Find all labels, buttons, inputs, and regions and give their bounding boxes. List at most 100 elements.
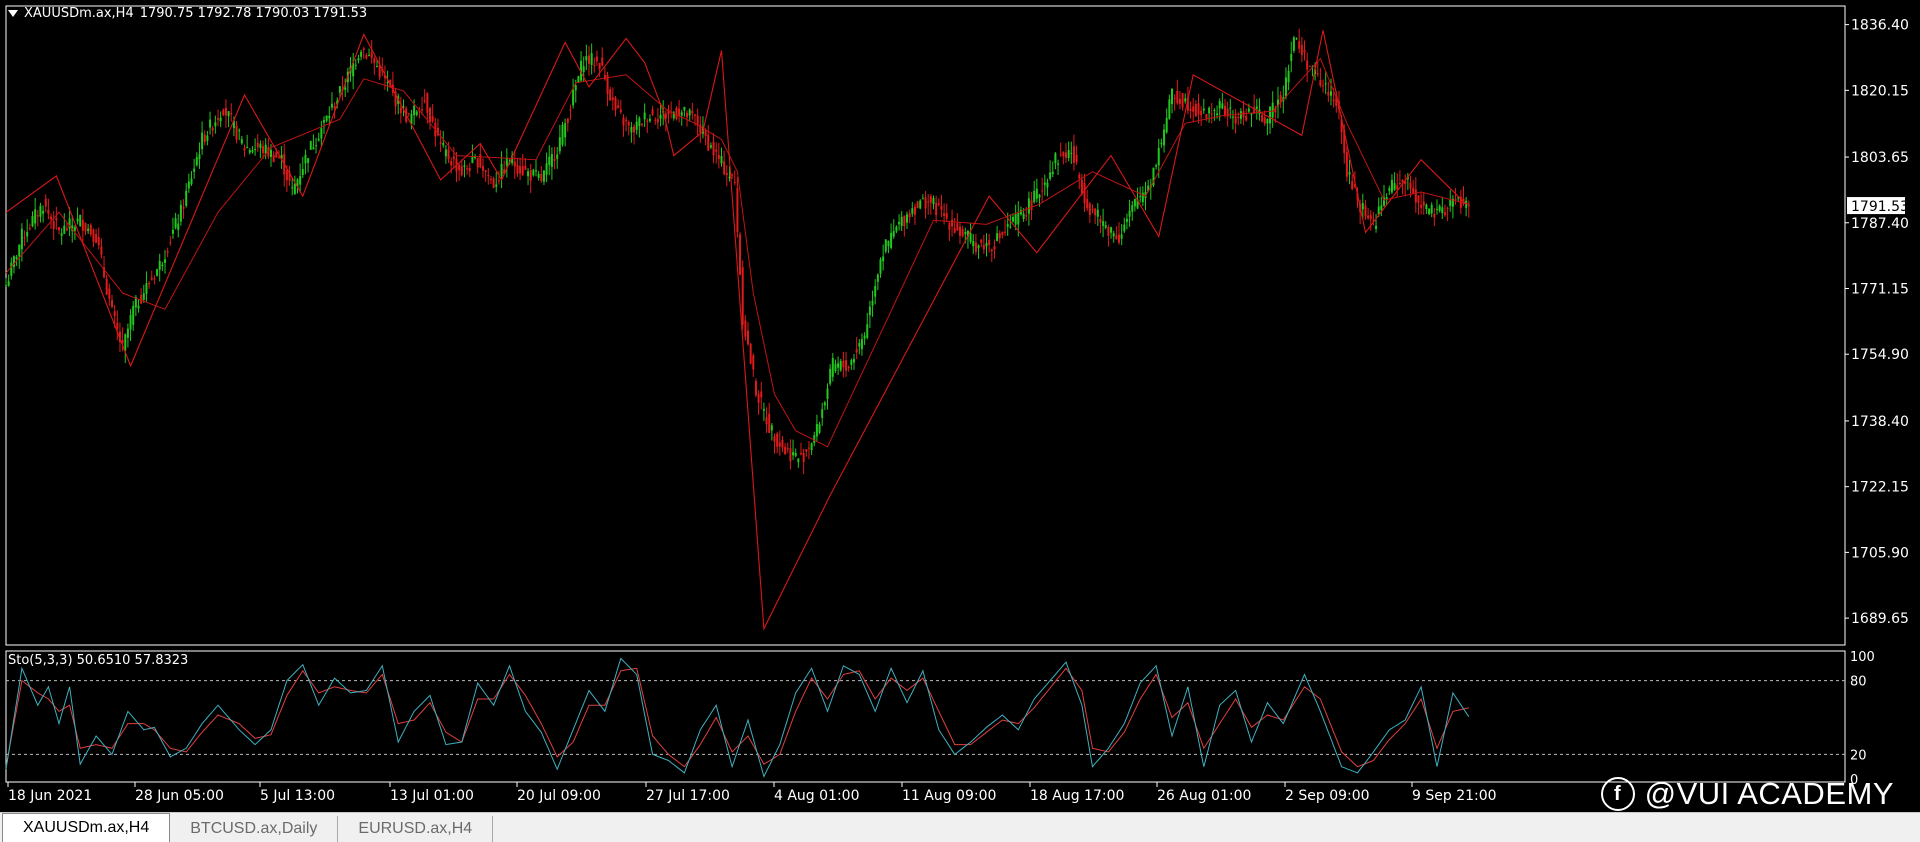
candle-body [882,256,885,262]
candle-body [203,134,206,143]
candle-body [1205,113,1208,119]
candle-body [100,246,103,256]
candle-body [463,165,466,167]
candle-body [235,125,238,140]
candle-body [36,215,39,217]
candle-body [1123,224,1126,232]
candle-body [317,138,320,141]
candle-body [1428,208,1431,215]
candle-body [333,106,336,109]
candle-body [1454,198,1457,200]
candle-body [619,109,622,113]
candle-body [211,127,214,131]
candle-body [1377,206,1380,215]
candle-body [898,221,901,225]
candle-body [590,53,593,65]
candle-body [542,170,545,182]
time-tick-label: 11 Aug 09:00 [902,788,996,804]
candle-body [34,209,37,224]
candle-body [807,447,810,449]
candle-body [982,244,985,250]
candle-body [1133,198,1136,207]
time-tick-label: 27 Jul 17:00 [646,788,730,804]
candle-body [10,262,13,276]
candle-body [293,183,296,194]
candle-body [187,181,190,189]
candle-body [76,218,79,222]
candle-body [1030,200,1033,211]
candle-body [1443,212,1446,216]
candle-body [471,156,474,163]
candle-body [312,147,315,150]
candle-body [376,66,378,68]
candle-body [773,436,776,442]
candle-body [762,408,765,411]
candle-body [1065,152,1067,158]
candle-body [850,360,853,365]
candle-body [863,335,866,339]
candle-body [1229,107,1232,109]
candle-body [582,66,585,73]
collapse-triangle-icon[interactable] [8,10,18,17]
candle-body [1361,202,1364,210]
candle-body [1332,99,1335,102]
candle-body [1208,107,1211,114]
candle-body [484,170,487,173]
candle-body [1110,227,1113,233]
tab-btcusd[interactable]: BTCUSD.ax,Daily [170,816,339,842]
candle-body [704,130,707,136]
candle-body [222,109,225,116]
candle-body [977,245,980,249]
price-tick-label: 1689.65 [1851,611,1909,627]
candle-body [1038,194,1041,198]
candle-body [572,89,575,106]
time-tick-label: 5 Jul 13:00 [260,788,335,804]
candle-body [73,227,76,231]
candle-body [55,217,58,221]
candle-body [126,328,129,338]
candle-body [328,115,331,119]
candle-body [87,228,90,232]
candle-body [1290,53,1293,61]
candle-body [1192,106,1195,112]
candle-body [548,156,551,165]
candle-body [654,119,657,121]
candle-body [754,381,757,396]
candle-body [1261,115,1264,122]
candle-body [574,85,577,91]
candle-body [1216,113,1219,116]
candle-body [238,130,241,132]
candle-body [588,55,590,64]
candle-body [407,113,410,115]
candle-body [945,213,948,219]
candle-body [1231,116,1234,118]
candle-body [614,97,617,111]
candle-body [1287,70,1290,83]
candle-body [325,115,328,121]
candle-body [1398,182,1401,184]
candle-body [900,216,903,227]
candle-body [680,112,683,116]
candle-body [521,166,524,175]
candle-body [20,228,23,250]
candle-body [1088,203,1091,216]
candle-body [426,93,429,113]
candle-body [821,409,824,418]
candle-body [1006,224,1009,227]
candle-body [688,109,691,116]
candle-body [79,215,82,226]
tab-xauusd[interactable]: XAUUSDm.ax,H4 [2,813,171,842]
price-tick-label: 1836.40 [1851,18,1909,34]
tab-eurusd[interactable]: EURUSD.ax,H4 [338,816,494,842]
watermark-text: @VUI ACADEMY [1644,776,1894,811]
candle-body [452,156,455,160]
candle-body [254,148,257,150]
candle-body [778,442,781,447]
candle-body [84,223,87,232]
candle-body [1057,163,1060,165]
price-tick-label: 1803.65 [1851,150,1909,166]
candle-body [58,227,60,231]
price-chart[interactable]: 1836.40 1820.15 1803.65 1787.40 1771.15 1754.… [0,0,1920,841]
candle-body [980,239,983,243]
candle-body [386,81,389,83]
